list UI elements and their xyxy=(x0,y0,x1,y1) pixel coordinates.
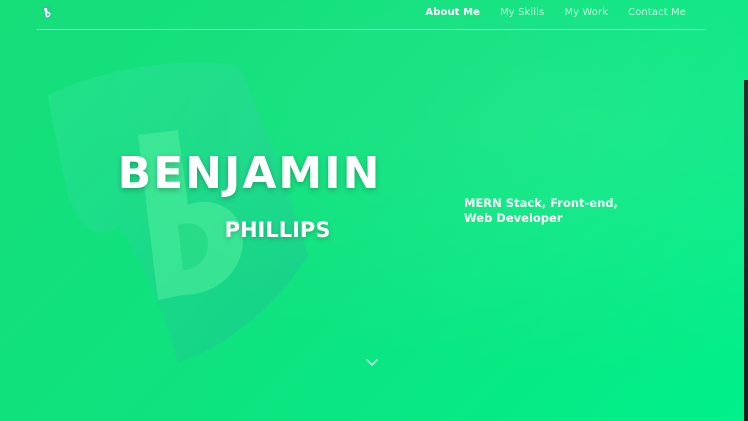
top-navbar: About Me My Skills My Work Contact Me xyxy=(37,0,706,30)
nav-link-about-me[interactable]: About Me xyxy=(425,7,480,18)
main-nav: About Me My Skills My Work Contact Me xyxy=(425,7,686,18)
b-logo-icon[interactable] xyxy=(40,5,54,21)
nav-link-contact-me[interactable]: Contact Me xyxy=(628,7,686,18)
hero-last-name: PHILLIPS xyxy=(224,218,331,242)
scrollbar-track[interactable] xyxy=(744,80,748,421)
chevron-down-icon[interactable] xyxy=(365,357,379,367)
nav-link-my-skills[interactable]: My Skills xyxy=(500,7,544,18)
nav-link-my-work[interactable]: My Work xyxy=(564,7,608,18)
hero-tagline: MERN Stack, Front-end, Web Developer xyxy=(464,196,634,225)
page: About Me My Skills My Work Contact Me BE… xyxy=(0,0,748,421)
hero-first-name: BENJAMIN xyxy=(117,148,382,199)
tagline-line-1: MERN Stack, Front-end, xyxy=(464,196,618,210)
watermark-logo-icon xyxy=(48,62,308,363)
tagline-line-2: Web Developer xyxy=(464,210,563,225)
